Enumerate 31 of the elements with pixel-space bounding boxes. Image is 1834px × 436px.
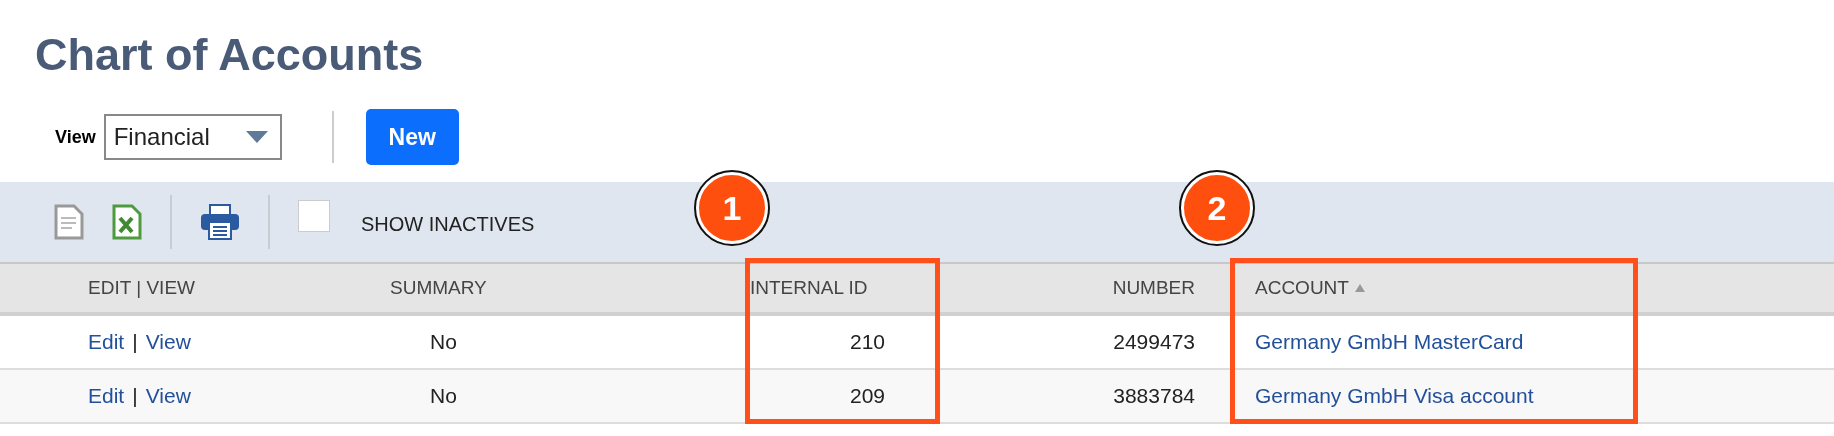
- column-header[interactable]: INTERNAL ID: [750, 277, 868, 299]
- show-inactives-label: SHOW INACTIVES: [361, 212, 535, 236]
- column-header[interactable]: EDIT | VIEW: [88, 277, 195, 299]
- view-label: View: [55, 126, 96, 148]
- column-header[interactable]: SUMMARY: [390, 277, 487, 299]
- print-icon[interactable]: [200, 204, 240, 240]
- view-link[interactable]: View: [145, 384, 191, 408]
- account-link[interactable]: Germany GmbH Visa account: [1255, 384, 1534, 408]
- view-dropdown[interactable]: Financial: [103, 114, 282, 160]
- show-inactives-checkbox[interactable]: [298, 200, 330, 232]
- table-cell: 209: [849, 384, 885, 408]
- account-link[interactable]: Germany GmbH MasterCard: [1255, 330, 1524, 354]
- page-title: Chart of Accounts: [34, 28, 425, 82]
- spreadsheet-icon[interactable]: [112, 204, 142, 240]
- document-icon[interactable]: [54, 204, 84, 240]
- separator: |: [132, 330, 138, 354]
- table-cell: 2499473: [1113, 330, 1195, 354]
- column-header[interactable]: ACCOUNT: [1255, 277, 1349, 299]
- caret-icon: [245, 131, 268, 143]
- callout-badge: 2: [1181, 172, 1253, 244]
- table-cell: 3883784: [1113, 384, 1195, 408]
- callout-badge: 1: [696, 172, 768, 244]
- view-link[interactable]: View: [145, 330, 191, 354]
- edit-link[interactable]: Edit: [88, 330, 125, 354]
- separator: |: [132, 384, 138, 408]
- table-cell: No: [430, 330, 457, 354]
- edit-link[interactable]: Edit: [88, 384, 125, 408]
- table-cell: 210: [849, 330, 885, 354]
- column-header[interactable]: NUMBER: [1112, 277, 1195, 299]
- new-button[interactable]: New: [365, 109, 459, 165]
- table-cell: No: [430, 384, 457, 408]
